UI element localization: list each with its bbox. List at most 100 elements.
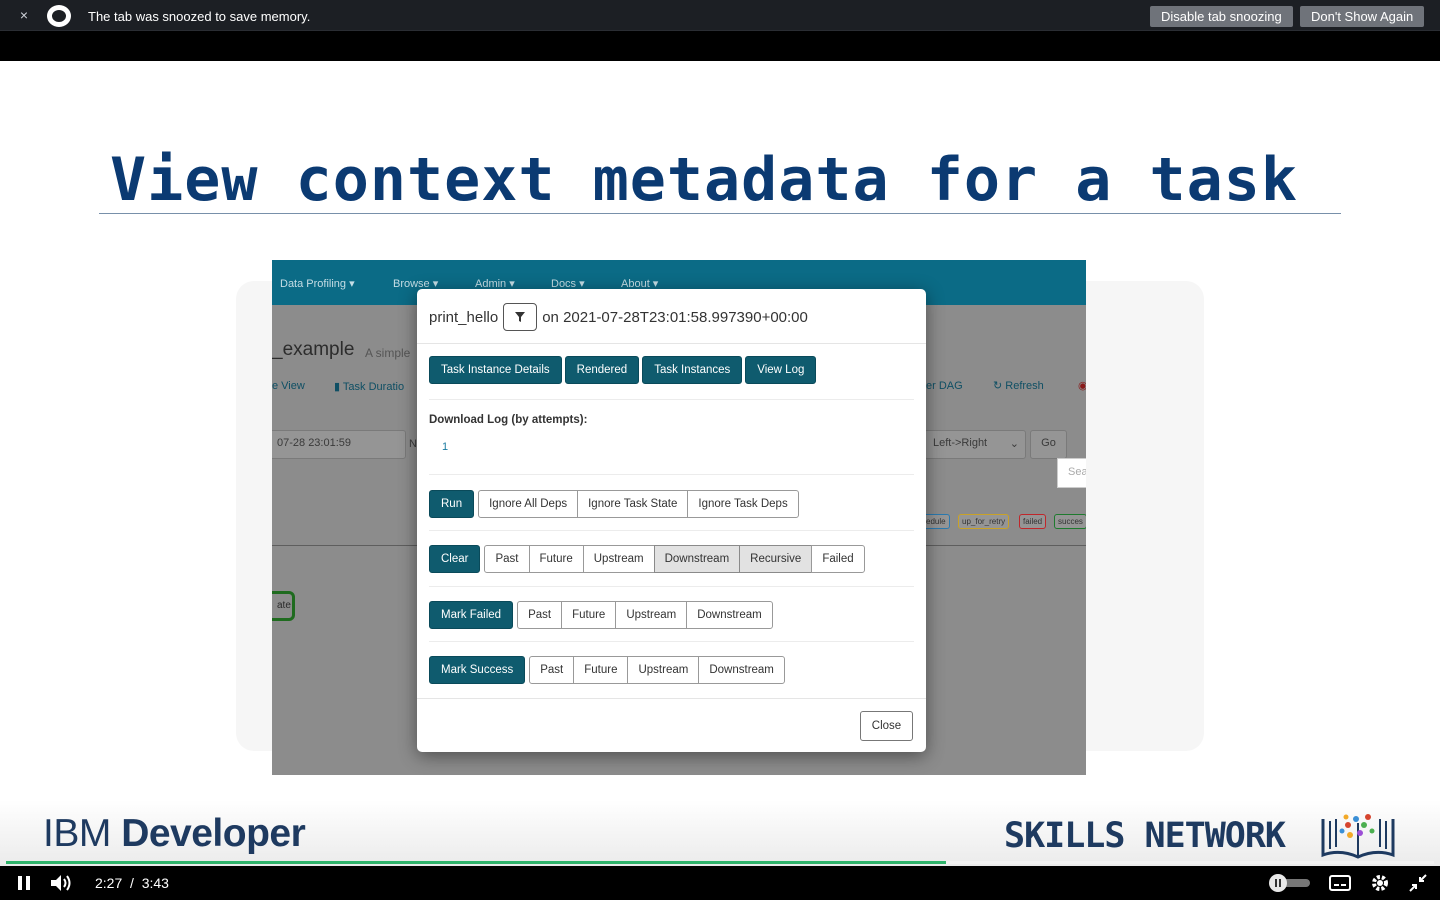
book-icon [1321,814,1395,859]
task-instance-details-button[interactable]: Task Instance Details [429,356,562,384]
layout-select-value: Left->Right [933,437,988,449]
failed-downstream-toggle[interactable]: Downstream [686,601,773,629]
search-box-bg: Sea [1057,458,1086,488]
clear-options: Past Future Upstream Downstream Recursiv… [484,545,865,573]
clear-row: Clear Past Future Upstream Downstream Re… [429,545,865,573]
run-info: on 2021-07-28T23:01:58.997390+00:00 [542,308,808,326]
run-options: Ignore All Deps Ignore Task State Ignore… [478,490,799,518]
run-divider [429,530,914,531]
title-divider [99,213,1341,214]
refresh-label: Refresh [1005,380,1044,392]
log-attempt-link[interactable]: 1 [442,441,448,453]
dag-subtitle: A simple [365,346,411,360]
skills-network-logo: SKILLS NETWORK [1004,816,1286,856]
mark-failed-divider [429,641,914,642]
download-divider [429,474,914,475]
volume-icon[interactable] [50,874,72,892]
clear-past-toggle[interactable]: Past [484,545,530,573]
success-downstream-toggle[interactable]: Downstream [698,656,785,684]
run-button[interactable]: Run [429,490,475,518]
modal-header: print_hello on 2021-07-28T23:01:58.99739… [429,303,808,331]
snooze-message: The tab was snoozed to save memory. [88,9,311,24]
tab-er-dag: er DAG [926,380,963,392]
clear-divider [429,586,914,587]
ibm-developer-logo: IBM Developer [43,812,306,856]
filter-upstream-button[interactable] [503,303,538,331]
slide-title: View context metadata for a task [110,145,1298,215]
autoplay-toggle-icon[interactable] [1266,873,1314,893]
opera-logo-icon [47,5,71,27]
clear-downstream-toggle[interactable]: Downstream [653,545,741,573]
pause-icon[interactable] [16,876,32,890]
filter-icon [515,312,526,322]
clear-recursive-toggle[interactable]: Recursive [739,545,813,573]
task-id: print_hello [429,308,499,326]
ignore-task-state-toggle[interactable]: Ignore Task State [577,490,689,518]
video-slide: View context metadata for a task Data Pr… [0,61,1440,872]
dont-show-again-button[interactable]: Don't Show Again [1300,6,1425,27]
mark-failed-button[interactable]: Mark Failed [429,601,514,629]
clear-failed-toggle[interactable]: Failed [811,545,865,573]
nav-data-profiling: Data Profiling ▾ [280,278,355,290]
failed-future-toggle[interactable]: Future [561,601,617,629]
settings-gear-icon[interactable] [1370,873,1390,893]
clear-upstream-toggle[interactable]: Upstream [582,545,655,573]
task-instance-modal: print_hello on 2021-07-28T23:01:58.99739… [417,289,926,752]
date-suffix: N [409,438,417,450]
go-button-bg: Go [1030,430,1067,459]
run-row: Run Ignore All Deps Ignore Task State Ig… [429,490,799,518]
disable-tab-snoozing-button[interactable]: Disable tab snoozing [1150,6,1293,27]
legend-scheduled: edule [922,514,950,529]
success-past-toggle[interactable]: Past [529,656,575,684]
close-button[interactable]: Close [860,711,913,741]
delete-icon: ◉ [1078,380,1086,392]
execution-date-field: 07-28 23:01:59 [272,430,406,459]
rendered-button[interactable]: Rendered [564,356,640,384]
chevron-down-icon: ⌄ [1009,438,1019,450]
snooze-notification-bar: × The tab was snoozed to save memory. Di… [0,0,1440,31]
failed-upstream-toggle[interactable]: Upstream [615,601,688,629]
clear-future-toggle[interactable]: Future [528,545,584,573]
failed-past-toggle[interactable]: Past [517,601,563,629]
mark-success-options: Past Future Upstream Downstream [529,656,785,684]
video-controls: 2:27 / 3:43 [0,866,1440,900]
refresh-link: ↻ Refresh [993,380,1044,392]
mark-failed-options: Past Future Upstream Downstream [517,601,773,629]
tabs-divider [429,399,914,400]
video-progress-bar[interactable] [6,861,1434,864]
video-progress-fill [6,861,946,864]
ignore-task-deps-toggle[interactable]: Ignore Task Deps [687,490,799,518]
ibm-name: Developer [121,812,306,855]
modal-tabs: Task Instance Details Rendered Task Inst… [429,356,819,384]
layout-select: Left->Right ⌄ [924,430,1026,459]
download-log-label: Download Log (by attempts): [429,414,588,426]
legend-failed: failed [1019,514,1047,529]
task-instances-button[interactable]: Task Instances [642,356,743,384]
mark-success-button[interactable]: Mark Success [429,656,526,684]
mark-success-row: Mark Success Past Future Upstream Downst… [429,656,785,684]
exit-fullscreen-icon[interactable] [1409,874,1427,892]
tab-view: e View [272,380,305,392]
view-log-button[interactable]: View Log [745,356,817,384]
success-upstream-toggle[interactable]: Upstream [627,656,700,684]
captions-icon[interactable] [1329,875,1351,891]
close-icon[interactable]: × [16,7,32,23]
mark-failed-row: Mark Failed Past Future Upstream Downstr… [429,601,773,629]
time-display: 2:27 / 3:43 [95,875,169,891]
ignore-all-deps-toggle[interactable]: Ignore All Deps [478,490,579,518]
legend-up-for-retry: up_for_retry [958,514,1010,529]
current-time: 2:27 [95,875,123,891]
footer-divider [417,698,926,699]
tab-task-duration: ▮ Task Duratio [334,381,405,393]
success-future-toggle[interactable]: Future [573,656,629,684]
tab-task-duration-label: Task Duratio [342,381,405,393]
legend-success: succes [1054,514,1086,529]
task-node: ate [272,591,295,621]
dag-title: _example [272,339,355,360]
time-separator: / [130,875,134,891]
task-node-label: ate [277,600,291,611]
header-divider [417,343,926,344]
clear-button[interactable]: Clear [429,545,481,573]
ibm-prefix: IBM [43,812,111,855]
total-time: 3:43 [141,875,169,891]
